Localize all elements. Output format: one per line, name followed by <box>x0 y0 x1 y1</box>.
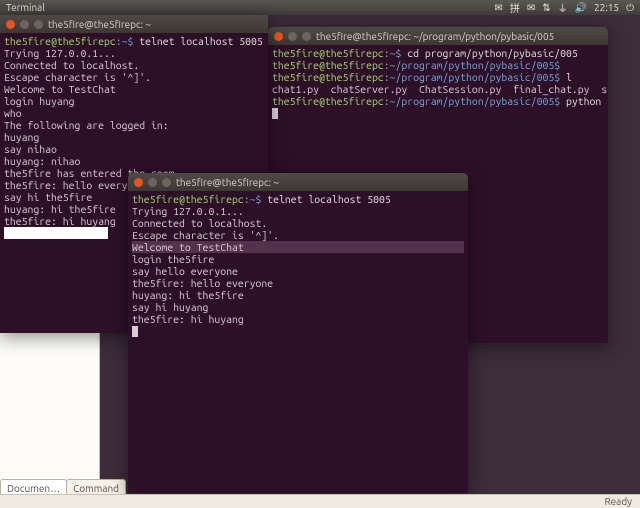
terminal-body[interactable]: the5fire@the5firepc:~$ telnet localhost … <box>128 191 468 339</box>
close-icon[interactable] <box>274 32 283 41</box>
ime-icon[interactable]: 拼 <box>510 0 520 15</box>
status-text: Ready <box>604 496 632 507</box>
window-title: the5fire@the5firepc: ~ <box>48 19 151 30</box>
speaker-icon[interactable]: 🔊 <box>575 2 587 14</box>
window-title: the5fire@the5firepc: ~ <box>176 177 279 188</box>
terminal-body[interactable]: the5fire@the5firepc:~$ cd program/python… <box>268 45 608 121</box>
desktop: Documen… Command hi… CommandHandler Chat… <box>0 15 640 508</box>
window-title: the5fire@the5firepc: ~/program/python/py… <box>316 31 554 42</box>
close-icon[interactable] <box>134 178 143 187</box>
system-tray: ✉ 拼 ✉ ⇅ ⏚ 🔊 22:15 ⏻ <box>494 0 634 15</box>
clock[interactable]: 22:15 <box>594 2 619 13</box>
maximize-icon[interactable] <box>34 20 43 29</box>
statusbar: Ready <box>0 494 640 508</box>
maximize-icon[interactable] <box>162 178 171 187</box>
minimize-icon[interactable] <box>20 20 29 29</box>
maximize-icon[interactable] <box>302 32 311 41</box>
close-icon[interactable] <box>6 20 15 29</box>
app-title: Terminal <box>6 2 494 13</box>
network-icon[interactable]: ⇅ <box>542 2 550 14</box>
titlebar[interactable]: the5fire@the5firepc: ~ <box>128 173 468 191</box>
titlebar[interactable]: the5fire@the5firepc: ~ <box>0 15 268 33</box>
terminal-window-middle[interactable]: the5fire@the5firepc: ~ the5fire@the5fire… <box>128 173 468 493</box>
power-icon[interactable]: ⏻ <box>626 2 634 14</box>
titlebar[interactable]: the5fire@the5firepc: ~/program/python/py… <box>268 27 608 45</box>
minimize-icon[interactable] <box>148 178 157 187</box>
envelope-icon[interactable]: ✉ <box>527 2 535 14</box>
wifi-icon[interactable]: ⏚ <box>558 0 568 15</box>
mail-icon[interactable]: ✉ <box>494 2 502 14</box>
minimize-icon[interactable] <box>288 32 297 41</box>
top-menubar: Terminal ✉ 拼 ✉ ⇅ ⏚ 🔊 22:15 ⏻ <box>0 0 640 15</box>
